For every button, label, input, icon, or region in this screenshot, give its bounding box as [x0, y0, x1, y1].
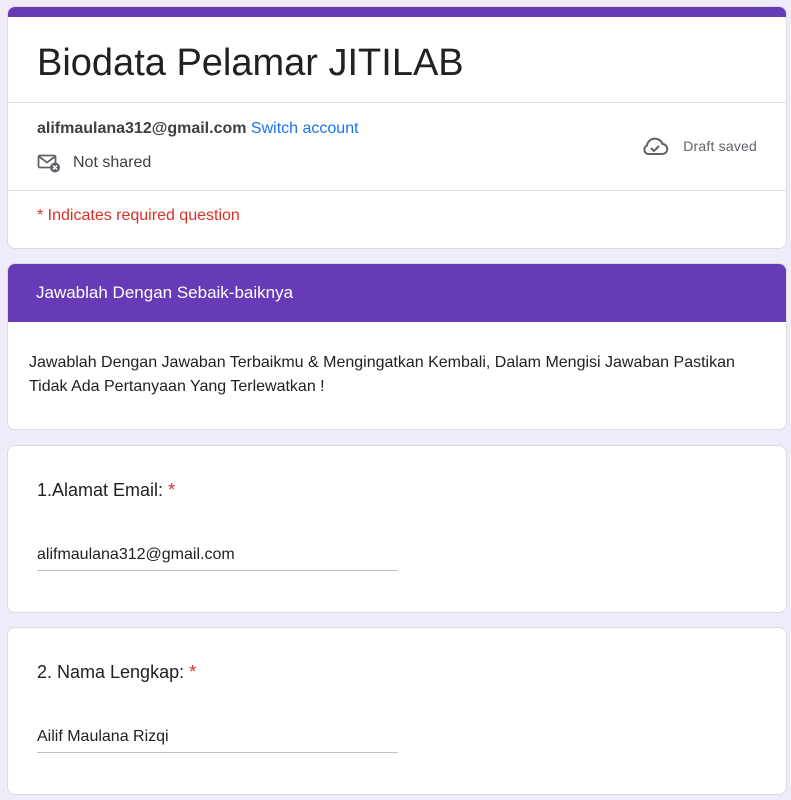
switch-account-link[interactable]: Switch account — [251, 120, 359, 137]
draft-status: Draft saved — [641, 136, 757, 156]
account-email: alifmaulana312@gmail.com — [37, 120, 247, 137]
question-title: 2. Nama Lengkap: * — [37, 662, 196, 683]
mail-off-icon — [37, 153, 61, 173]
question-card: 2. Nama Lengkap: * Ailif Maulana Rizqi — [7, 627, 787, 795]
question-title: 1.Alamat Email: * — [37, 480, 175, 501]
section-title: Jawablah Dengan Sebaik-baiknya — [8, 264, 786, 322]
required-asterisk: * — [168, 480, 176, 500]
form-header-card: Biodata Pelamar JITILAB alifmaulana312@g… — [7, 6, 787, 249]
not-shared-status: Not shared — [37, 153, 151, 173]
section-description: Jawablah Dengan Jawaban Terbaikmu & Meng… — [29, 354, 735, 395]
form-accent-bar — [8, 7, 786, 17]
draft-status-label: Draft saved — [683, 138, 757, 154]
required-asterisk: * — [189, 662, 197, 682]
section-card: Jawablah Dengan Sebaik-baiknya Jawablah … — [7, 263, 787, 430]
full-name-answer-input[interactable]: Ailif Maulana Rizqi — [37, 728, 398, 753]
account-line: alifmaulana312@gmail.com Switch account — [37, 119, 359, 139]
not-shared-label: Not shared — [73, 154, 152, 171]
email-answer-input[interactable]: alifmaulana312@gmail.com — [37, 546, 398, 571]
required-question-note: * Indicates required question — [37, 207, 240, 224]
question-card: 1.Alamat Email: * alifmaulana312@gmail.c… — [7, 445, 787, 613]
account-divider — [8, 190, 786, 191]
question-label: 1.Alamat Email: — [37, 480, 164, 500]
header-divider — [8, 102, 786, 103]
question-label: 2. Nama Lengkap: — [37, 662, 185, 682]
form-title: Biodata Pelamar JITILAB — [37, 42, 464, 84]
cloud-check-icon — [641, 136, 669, 156]
